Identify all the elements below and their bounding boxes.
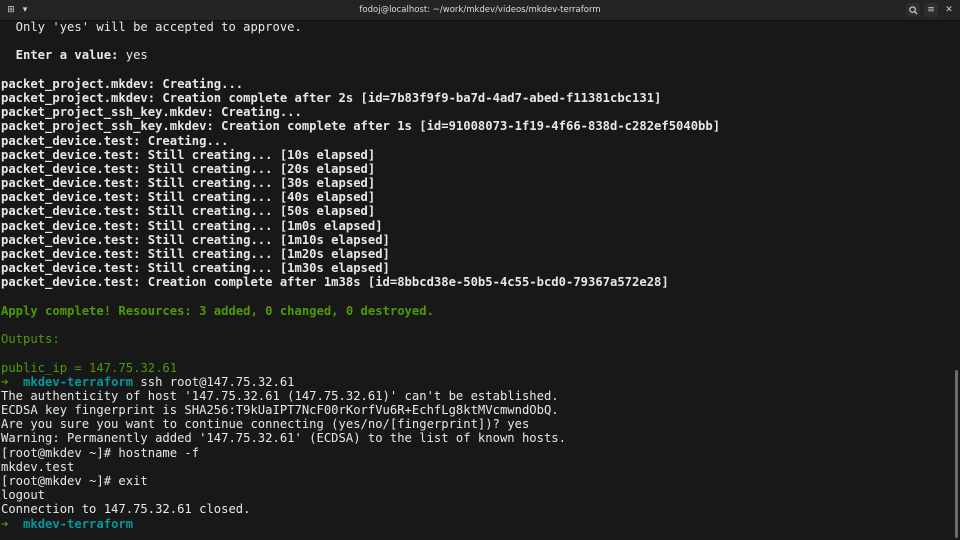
terminal-text: packet_device.test: Still creating... [1… (1, 232, 390, 247)
terminal-text: packet_device.test: Creating... (1, 133, 229, 148)
close-icon[interactable]: ✕ (942, 3, 956, 17)
title-bar: ⊞ ▾ fodoj@localhost: ~/work/mkdev/videos… (0, 0, 960, 21)
search-icon[interactable] (906, 3, 920, 17)
terminal-text: Connection to 147.75.32.61 closed. (1, 502, 251, 517)
terminal-text: packet_device.test: Still creating... [3… (1, 176, 376, 191)
terminal-line: Warning: Permanently added '147.75.32.61… (0, 431, 952, 445)
terminal-line: packet_device.test: Still creating... [4… (0, 190, 952, 204)
terminal-line: ECDSA key fingerprint is SHA256:T9kUaIPT… (0, 403, 952, 417)
menu-icon[interactable]: ≡ (924, 3, 938, 17)
terminal-text: yes (125, 48, 148, 63)
terminal-text: packet_project.mkdev: Creation complete … (1, 90, 662, 105)
window-title: fodoj@localhost: ~/work/mkdev/videos/mkd… (359, 5, 601, 15)
terminal-text: mkdev.test (1, 459, 75, 474)
terminal-text: logout (1, 488, 46, 503)
prompt-directory: mkdev-terraform (23, 516, 134, 531)
terminal-text: [root@mkdev ~]# hostname -f (1, 445, 200, 460)
terminal-text: packet_device.test: Creation complete af… (1, 275, 669, 290)
terminal-line: packet_device.test: Creation complete af… (0, 275, 952, 289)
terminal-text: packet_device.test: Still creating... [1… (1, 147, 376, 162)
terminal-text: packet_device.test: Still creating... [4… (1, 190, 376, 205)
terminal-line: [root@mkdev ~]# exit (0, 474, 952, 488)
terminal-text: packet_device.test: Still creating... [5… (1, 204, 376, 219)
terminal-line: ➜ mkdev-terraform ssh root@147.75.32.61 (0, 375, 952, 389)
terminal-line: Enter a value: yes (0, 48, 952, 62)
terminal-text: public_ip = 147.75.32.61 (1, 360, 178, 375)
prompt-arrow: ➜ (1, 374, 24, 389)
dropdown-icon[interactable]: ▾ (18, 3, 32, 17)
terminal-line: mkdev.test (0, 460, 952, 474)
terminal-line: packet_device.test: Still creating... [2… (0, 162, 952, 176)
terminal-line: Outputs: (0, 332, 952, 346)
terminal-text: packet_device.test: Still creating... [2… (1, 161, 376, 176)
terminal-text: Warning: Permanently added '147.75.32.61… (1, 431, 566, 446)
new-tab-icon[interactable]: ⊞ (4, 3, 18, 17)
terminal-line: packet_project.mkdev: Creating... (0, 77, 952, 91)
terminal-line: packet_project_ssh_key.mkdev: Creation c… (0, 119, 952, 133)
terminal-text: packet_device.test: Still creating... [1… (1, 261, 390, 276)
terminal-text: Outputs: (1, 332, 60, 347)
terminal-text: Are you sure you want to continue connec… (1, 417, 530, 432)
terminal-line: packet_project_ssh_key.mkdev: Creating..… (0, 105, 952, 119)
terminal-line: Are you sure you want to continue connec… (0, 417, 952, 431)
terminal-line: packet_device.test: Still creating... [1… (0, 233, 952, 247)
terminal-line: packet_device.test: Still creating... [1… (0, 261, 952, 275)
titlebar-left-controls: ⊞ ▾ (4, 3, 32, 17)
terminal-text: ssh root@147.75.32.61 (133, 374, 295, 389)
terminal-line: The authenticity of host '147.75.32.61 (… (0, 389, 952, 403)
terminal-text: packet_device.test: Still creating... [1… (1, 247, 390, 261)
terminal-line: logout (0, 488, 952, 502)
terminal-line: packet_device.test: Still creating... [3… (0, 176, 952, 190)
prompt-directory: mkdev-terraform (23, 374, 134, 389)
terminal-text: Enter a value: (1, 48, 126, 63)
titlebar-right-controls: ≡ ✕ (906, 3, 956, 17)
terminal-line: public_ip = 147.75.32.61 (0, 361, 952, 375)
terminal-line: Only 'yes' will be accepted to approve. (0, 20, 952, 34)
terminal-line: packet_device.test: Still creating... [1… (0, 148, 952, 162)
terminal-text: packet_device.test: Still creating... [1… (1, 218, 383, 233)
scrollbar[interactable] (955, 370, 958, 538)
terminal-text: packet_project.mkdev: Creating... (1, 76, 244, 91)
terminal-line: Connection to 147.75.32.61 closed. (0, 502, 952, 516)
terminal-line: packet_project.mkdev: Creation complete … (0, 91, 952, 105)
terminal-line: packet_device.test: Still creating... [1… (0, 247, 952, 261)
terminal-text: ECDSA key fingerprint is SHA256:T9kUaIPT… (1, 403, 559, 418)
terminal-line: packet_device.test: Still creating... [1… (0, 219, 952, 233)
terminal-line: Apply complete! Resources: 3 added, 0 ch… (0, 304, 952, 318)
terminal-line: packet_device.test: Still creating... [5… (0, 204, 952, 218)
terminal-text: The authenticity of host '147.75.32.61 (… (1, 388, 559, 403)
terminal-text: [root@mkdev ~]# exit (1, 474, 148, 488)
terminal-line: packet_device.test: Creating... (0, 134, 952, 148)
terminal-text: Only 'yes' will be accepted to approve. (1, 20, 302, 34)
terminal-text: packet_project_ssh_key.mkdev: Creation c… (1, 119, 721, 134)
terminal-text: packet_project_ssh_key.mkdev: Creating..… (1, 105, 302, 120)
prompt-arrow: ➜ (1, 516, 24, 531)
terminal-line: ➜ mkdev-terraform (0, 517, 952, 531)
terminal-line: [root@mkdev ~]# hostname -f (0, 446, 952, 460)
terminal-output[interactable]: Only 'yes' will be accepted to approve. … (0, 20, 952, 540)
terminal-text: Apply complete! Resources: 3 added, 0 ch… (1, 303, 434, 318)
